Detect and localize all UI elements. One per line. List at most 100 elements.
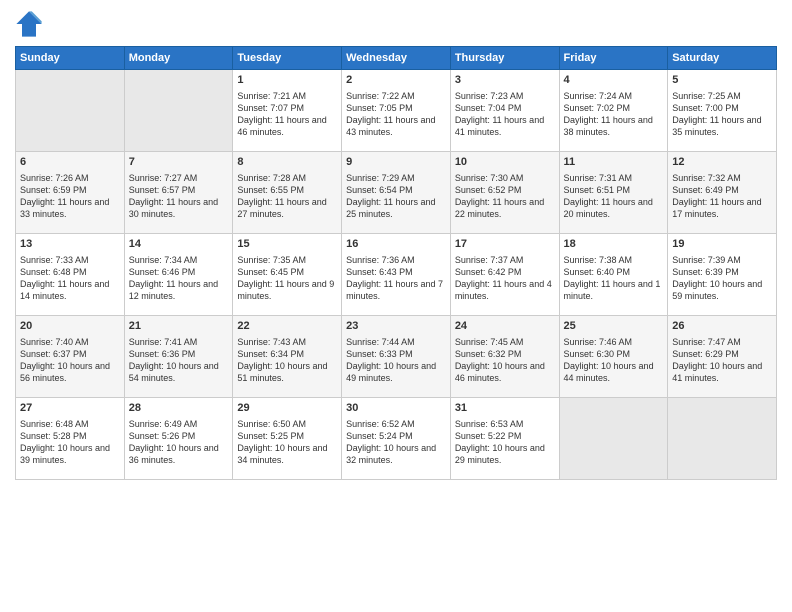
- daylight-text: Daylight: 11 hours and 17 minutes.: [672, 196, 772, 220]
- sunset-text: Sunset: 6:40 PM: [564, 266, 664, 278]
- sunset-text: Sunset: 6:43 PM: [346, 266, 446, 278]
- day-number: 23: [346, 319, 446, 334]
- day-number: 8: [237, 155, 337, 170]
- daylight-text: Daylight: 11 hours and 30 minutes.: [129, 196, 229, 220]
- daylight-text: Daylight: 11 hours and 7 minutes.: [346, 278, 446, 302]
- calendar-cell: 12Sunrise: 7:32 AMSunset: 6:49 PMDayligh…: [668, 152, 777, 234]
- sunrise-text: Sunrise: 7:22 AM: [346, 90, 446, 102]
- calendar-cell: 28Sunrise: 6:49 AMSunset: 5:26 PMDayligh…: [124, 398, 233, 480]
- daylight-text: Daylight: 11 hours and 20 minutes.: [564, 196, 664, 220]
- day-number: 28: [129, 401, 229, 416]
- sunrise-text: Sunrise: 7:23 AM: [455, 90, 555, 102]
- daylight-text: Daylight: 10 hours and 59 minutes.: [672, 278, 772, 302]
- calendar-cell: 16Sunrise: 7:36 AMSunset: 6:43 PMDayligh…: [342, 234, 451, 316]
- day-number: 17: [455, 237, 555, 252]
- logo: [15, 10, 47, 38]
- daylight-text: Daylight: 11 hours and 22 minutes.: [455, 196, 555, 220]
- sunrise-text: Sunrise: 7:32 AM: [672, 172, 772, 184]
- sunrise-text: Sunrise: 7:34 AM: [129, 254, 229, 266]
- sunset-text: Sunset: 5:28 PM: [20, 430, 120, 442]
- sunset-text: Sunset: 6:37 PM: [20, 348, 120, 360]
- day-number: 29: [237, 401, 337, 416]
- daylight-text: Daylight: 11 hours and 33 minutes.: [20, 196, 120, 220]
- sunrise-text: Sunrise: 7:24 AM: [564, 90, 664, 102]
- calendar-cell: 14Sunrise: 7:34 AMSunset: 6:46 PMDayligh…: [124, 234, 233, 316]
- daylight-text: Daylight: 11 hours and 27 minutes.: [237, 196, 337, 220]
- sunrise-text: Sunrise: 7:28 AM: [237, 172, 337, 184]
- day-number: 10: [455, 155, 555, 170]
- daylight-text: Daylight: 10 hours and 32 minutes.: [346, 442, 446, 466]
- daylight-text: Daylight: 10 hours and 29 minutes.: [455, 442, 555, 466]
- sunrise-text: Sunrise: 6:50 AM: [237, 418, 337, 430]
- sunset-text: Sunset: 7:00 PM: [672, 102, 772, 114]
- sunset-text: Sunset: 6:48 PM: [20, 266, 120, 278]
- day-number: 6: [20, 155, 120, 170]
- day-number: 5: [672, 73, 772, 88]
- calendar-cell: 7Sunrise: 7:27 AMSunset: 6:57 PMDaylight…: [124, 152, 233, 234]
- day-number: 7: [129, 155, 229, 170]
- calendar-cell: 5Sunrise: 7:25 AMSunset: 7:00 PMDaylight…: [668, 70, 777, 152]
- main-container: SundayMondayTuesdayWednesdayThursdayFrid…: [0, 0, 792, 490]
- day-number: 26: [672, 319, 772, 334]
- day-number: 12: [672, 155, 772, 170]
- calendar-cell: 29Sunrise: 6:50 AMSunset: 5:25 PMDayligh…: [233, 398, 342, 480]
- sunset-text: Sunset: 6:36 PM: [129, 348, 229, 360]
- day-number: 2: [346, 73, 446, 88]
- daylight-text: Daylight: 11 hours and 9 minutes.: [237, 278, 337, 302]
- calendar-cell: 8 Sunrise: 7:28 AMSunset: 6:55 PMDaylight…: [233, 152, 342, 234]
- daylight-text: Daylight: 11 hours and 12 minutes.: [129, 278, 229, 302]
- daylight-text: Daylight: 11 hours and 1 minute.: [564, 278, 664, 302]
- day-number: 13: [20, 237, 120, 252]
- sunset-text: Sunset: 7:04 PM: [455, 102, 555, 114]
- sunset-text: Sunset: 5:22 PM: [455, 430, 555, 442]
- sunset-text: Sunset: 6:42 PM: [455, 266, 555, 278]
- sunrise-text: Sunrise: 7:45 AM: [455, 336, 555, 348]
- sunset-text: Sunset: 5:26 PM: [129, 430, 229, 442]
- calendar-cell: 2Sunrise: 7:22 AMSunset: 7:05 PMDaylight…: [342, 70, 451, 152]
- sunrise-text: Sunrise: 7:36 AM: [346, 254, 446, 266]
- week-row-5: 27Sunrise: 6:48 AMSunset: 5:28 PMDayligh…: [16, 398, 777, 480]
- sunset-text: Sunset: 5:24 PM: [346, 430, 446, 442]
- calendar-cell: 1Sunrise: 7:21 AMSunset: 7:07 PMDaylight…: [233, 70, 342, 152]
- day-header-tuesday: Tuesday: [233, 47, 342, 70]
- calendar-cell: 25Sunrise: 7:46 AMSunset: 6:30 PMDayligh…: [559, 316, 668, 398]
- calendar-cell: 13Sunrise: 7:33 AMSunset: 6:48 PMDayligh…: [16, 234, 125, 316]
- week-row-2: 6Sunrise: 7:26 AMSunset: 6:59 PMDaylight…: [16, 152, 777, 234]
- calendar-cell: 15Sunrise: 7:35 AMSunset: 6:45 PMDayligh…: [233, 234, 342, 316]
- daylight-text: Daylight: 11 hours and 38 minutes.: [564, 114, 664, 138]
- sunrise-text: Sunrise: 7:40 AM: [20, 336, 120, 348]
- sunset-text: Sunset: 6:29 PM: [672, 348, 772, 360]
- daylight-text: Daylight: 10 hours and 36 minutes.: [129, 442, 229, 466]
- daylight-text: Daylight: 11 hours and 46 minutes.: [237, 114, 337, 138]
- week-row-4: 20 Sunrise: 7:40 AMSunset: 6:37 PM Dayligh…: [16, 316, 777, 398]
- day-header-saturday: Saturday: [668, 47, 777, 70]
- sunrise-text: Sunrise: 7:41 AM: [129, 336, 229, 348]
- week-row-1: 1Sunrise: 7:21 AMSunset: 7:07 PMDaylight…: [16, 70, 777, 152]
- sunset-text: Sunset: 6:32 PM: [455, 348, 555, 360]
- sunset-text: Sunset: 6:51 PM: [564, 184, 664, 196]
- sunrise-text: Sunrise: 7:46 AM: [564, 336, 664, 348]
- day-number: 11: [564, 155, 664, 170]
- calendar-cell: 24Sunrise: 7:45 AMSunset: 6:32 PMDayligh…: [450, 316, 559, 398]
- daylight-text: Daylight: 10 hours and 44 minutes.: [564, 360, 664, 384]
- sunset-text: Sunset: 7:05 PM: [346, 102, 446, 114]
- calendar-cell: 22Sunrise: 7:43 AMSunset: 6:34 PMDayligh…: [233, 316, 342, 398]
- sunset-text: Sunset: 6:46 PM: [129, 266, 229, 278]
- sunrise-text: Sunrise: 7:26 AM: [20, 172, 120, 184]
- calendar-cell: 31Sunrise: 6:53 AMSunset: 5:22 PMDayligh…: [450, 398, 559, 480]
- sunset-text: Sunset: 6:34 PM: [237, 348, 337, 360]
- day-header-friday: Friday: [559, 47, 668, 70]
- sunrise-text: Sunrise: 7:39 AM: [672, 254, 772, 266]
- calendar-cell: 19Sunrise: 7:39 AMSunset: 6:39 PMDayligh…: [668, 234, 777, 316]
- day-header-thursday: Thursday: [450, 47, 559, 70]
- day-number: 3: [455, 73, 555, 88]
- sunrise-text: Sunrise: 6:53 AM: [455, 418, 555, 430]
- sunrise-text: Sunrise: 7:43 AM: [237, 336, 337, 348]
- sunrise-text: Sunrise: 7:25 AM: [672, 90, 772, 102]
- header: [15, 10, 777, 38]
- sunset-text: Sunset: 6:55 PM: [237, 184, 337, 196]
- day-number: 20: [20, 319, 120, 334]
- calendar-cell: 18Sunrise: 7:38 AMSunset: 6:40 PMDayligh…: [559, 234, 668, 316]
- calendar-cell: [559, 398, 668, 480]
- day-number: 25: [564, 319, 664, 334]
